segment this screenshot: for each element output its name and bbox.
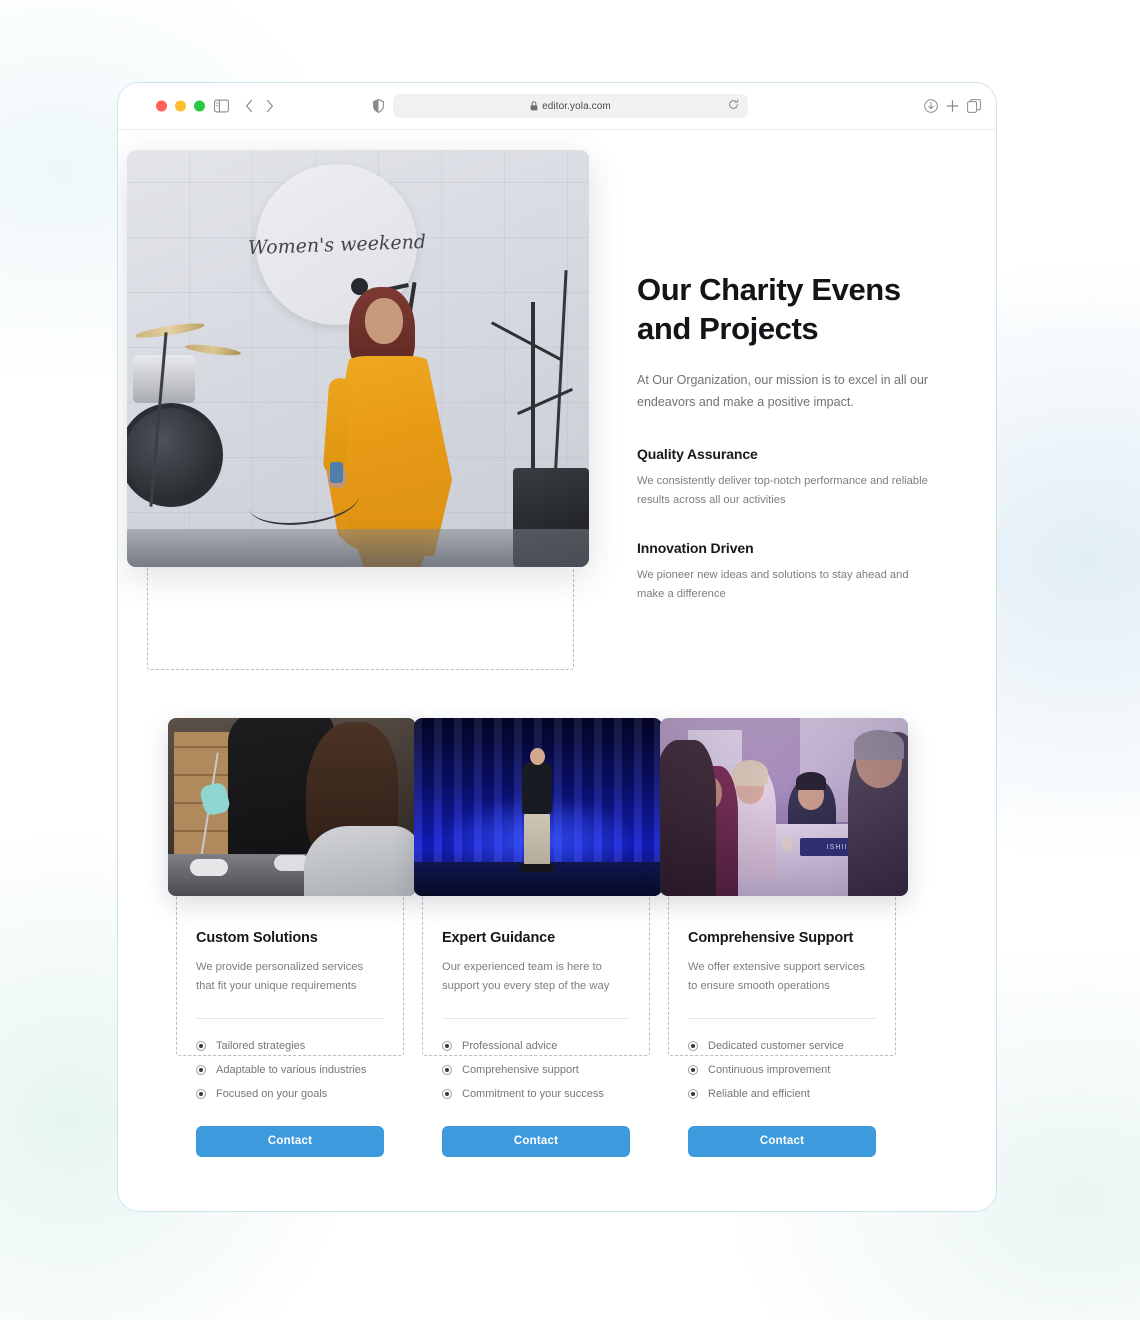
card-divider xyxy=(688,1017,876,1019)
card-divider xyxy=(196,1017,384,1019)
card-title: Expert Guidance xyxy=(442,930,555,946)
address-bar[interactable]: editor.yola.com xyxy=(393,94,748,118)
hero-photo-speaker-at-microphone: Women's weekend xyxy=(127,150,589,567)
bullet-icon xyxy=(196,1040,206,1051)
tab-overview-icon[interactable] xyxy=(967,99,981,113)
list-item: Comprehensive support xyxy=(442,1058,630,1082)
hero-image-sign-text: Women's weekend xyxy=(247,230,426,259)
list-item-label: Continuous improvement xyxy=(708,1063,831,1076)
list-item-label: Reliable and efficient xyxy=(708,1087,810,1100)
feature-description: We consistently deliver top-notch perfor… xyxy=(637,475,928,507)
list-item-label: Focused on your goals xyxy=(216,1087,328,1100)
card-image-volunteers-with-boxes[interactable] xyxy=(168,718,416,896)
card-title: Comprehensive Support xyxy=(688,930,854,946)
card-description: We provide personalized services that fi… xyxy=(196,961,364,993)
card-body: Expert Guidance Our experienced team is … xyxy=(422,896,650,1157)
bullet-icon xyxy=(442,1088,452,1099)
address-url-text: editor.yola.com xyxy=(542,100,611,112)
hero-text-column: Our Charity Evens and Projects At Our Or… xyxy=(637,270,937,604)
card-image-speaker-on-stage[interactable] xyxy=(414,718,662,896)
list-item: Dedicated customer service xyxy=(688,1034,876,1058)
feature-block-quality-assurance: Quality Assurance We consistently delive… xyxy=(637,446,937,511)
hero-image-selection-outline[interactable]: Women's weekend xyxy=(127,150,589,670)
window-traffic-lights xyxy=(156,100,205,112)
list-item: Reliable and efficient xyxy=(688,1082,876,1106)
forward-chevron-icon[interactable] xyxy=(266,99,274,113)
card-title: Custom Solutions xyxy=(196,930,318,946)
list-item: Professional advice xyxy=(442,1034,630,1058)
list-item-label: Commitment to your success xyxy=(462,1087,604,1100)
feature-block-innovation-driven: Innovation Driven We pioneer new ideas a… xyxy=(637,540,937,605)
card-feature-list: Professional advice Comprehensive suppor… xyxy=(442,1034,630,1106)
card-expert-guidance[interactable]: Expert Guidance Our experienced team is … xyxy=(414,718,662,1157)
bullet-icon xyxy=(688,1040,698,1051)
card-feature-list: Tailored strategies Adaptable to various… xyxy=(196,1034,384,1106)
list-item: Focused on your goals xyxy=(196,1082,384,1106)
maximize-window-button[interactable] xyxy=(194,100,205,112)
downloads-icon[interactable] xyxy=(924,99,938,113)
card-custom-solutions[interactable]: Custom Solutions We provide personalized… xyxy=(168,718,416,1157)
bullet-icon xyxy=(196,1064,206,1075)
plus-icon[interactable] xyxy=(946,100,959,113)
list-item: Adaptable to various industries xyxy=(196,1058,384,1082)
list-item: Tailored strategies xyxy=(196,1034,384,1058)
list-item-label: Dedicated customer service xyxy=(708,1039,844,1052)
back-chevron-icon[interactable] xyxy=(245,99,253,113)
bullet-icon xyxy=(688,1088,698,1099)
card-divider xyxy=(442,1017,630,1019)
hero-image[interactable]: Women's weekend xyxy=(127,150,589,567)
privacy-shield-icon[interactable] xyxy=(373,99,384,113)
sidebar-icon[interactable] xyxy=(214,99,229,113)
card-body: Comprehensive Support We offer extensive… xyxy=(668,896,896,1157)
list-item-label: Tailored strategies xyxy=(216,1039,306,1052)
bullet-icon xyxy=(442,1040,452,1051)
bullet-icon xyxy=(442,1064,452,1075)
list-item: Continuous improvement xyxy=(688,1058,876,1082)
feature-title: Quality Assurance xyxy=(637,446,758,463)
card-body: Custom Solutions We provide personalized… xyxy=(176,896,404,1157)
bullet-icon xyxy=(688,1064,698,1075)
contact-button[interactable]: Contact xyxy=(442,1125,630,1157)
cards-row: Custom Solutions We provide personalized… xyxy=(168,718,936,1157)
page-canvas: Women's weekend Our Charity Evens and Pr… xyxy=(118,130,996,1211)
card-description: We offer extensive support services to e… xyxy=(688,961,865,993)
list-item-label: Professional advice xyxy=(462,1039,558,1052)
browser-toolbar: editor.yola.com xyxy=(118,83,996,130)
reload-icon[interactable] xyxy=(728,97,739,115)
feature-description: We pioneer new ideas and solutions to st… xyxy=(637,568,909,601)
minimize-window-button[interactable] xyxy=(175,100,186,112)
card-image-conference-discussion[interactable]: ISHII xyxy=(660,718,908,896)
card-description: Our experienced team is here to support … xyxy=(442,961,610,993)
browser-window: editor.yola.com Women's weekend Our Char… xyxy=(117,82,997,1212)
list-item-label: Comprehensive support xyxy=(462,1063,579,1076)
page-title: Our Charity Evens and Projects xyxy=(637,272,901,347)
feature-title: Innovation Driven xyxy=(637,539,754,556)
contact-button[interactable]: Contact xyxy=(196,1125,384,1157)
bullet-icon xyxy=(196,1088,206,1099)
card-feature-list: Dedicated customer service Continuous im… xyxy=(688,1034,876,1106)
contact-button[interactable]: Contact xyxy=(688,1125,876,1157)
list-item: Commitment to your success xyxy=(442,1082,630,1106)
list-item-label: Adaptable to various industries xyxy=(216,1063,367,1076)
close-window-button[interactable] xyxy=(156,100,167,112)
card-comprehensive-support[interactable]: ISHII Comprehensive Support We offer ext… xyxy=(660,718,908,1157)
hero-subtitle: At Our Organization, our mission is to e… xyxy=(637,372,929,409)
lock-icon xyxy=(530,101,538,111)
